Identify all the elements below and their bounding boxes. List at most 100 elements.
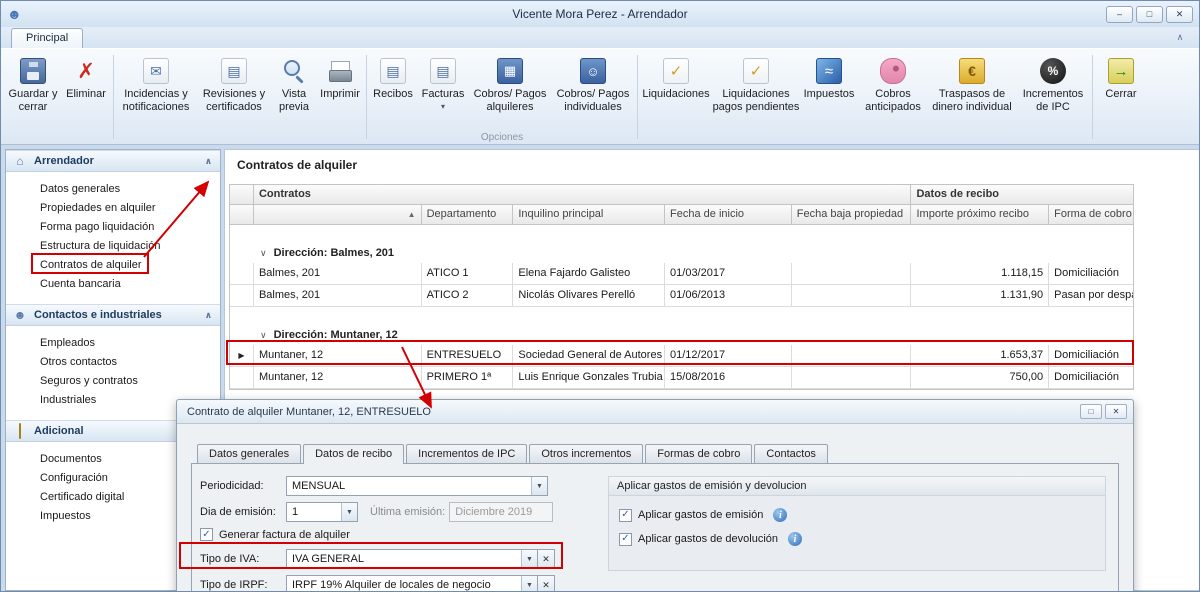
close-icon[interactable]: ✕ [1166, 6, 1193, 23]
chevron-up-icon[interactable]: ∧ [205, 156, 212, 167]
header-direccion[interactable]: ▲ [254, 205, 422, 225]
sidebar-section-contactos[interactable]: ☻ Contactos e industriales ∧ [6, 304, 220, 326]
table-cell: Balmes, 201 [254, 285, 422, 307]
cobros-pagos-alquileres-button[interactable]: ▦ Cobros/ Pagos alquileres [469, 52, 551, 132]
tipo-iva-select[interactable]: IVA GENERAL ▼ [286, 549, 538, 569]
sidebar-section-arrendador[interactable]: ⌂ Arrendador ∧ [6, 150, 220, 172]
table-row[interactable]: Balmes, 201 ATICO 1 Elena Fajardo Galist… [230, 263, 1133, 285]
chevron-down-icon[interactable]: ∨ [260, 330, 267, 341]
band-datos-recibo: Datos de recibo [911, 185, 1133, 205]
sidebar-item-cuenta-bancaria[interactable]: Cuenta bancaria [6, 275, 220, 294]
vista-previa-button[interactable]: Vista previa [272, 52, 316, 132]
table-row-selected[interactable]: ▶ Muntaner, 12 ENTRESUELO Sociedad Gener… [230, 345, 1133, 367]
sidebar-item-datos-generales[interactable]: Datos generales [6, 180, 220, 199]
facturas-button[interactable]: ▤ Facturas ▾ [417, 52, 469, 132]
ribbon-separator [366, 55, 367, 139]
incrementos-ipc-button[interactable]: % Incrementos de IPC [1016, 52, 1090, 132]
header-indicator [230, 205, 254, 225]
tipo-iva-label: Tipo de IVA: [200, 553, 286, 565]
minimize-icon[interactable]: ‒ [1106, 6, 1133, 23]
cobros-anticipados-button[interactable]: Cobros anticipados [858, 52, 928, 132]
table-cell: Domiciliación [1049, 345, 1133, 367]
gastos-devolucion-checkbox[interactable]: ✓ Aplicar gastos de devolución i [619, 532, 1095, 546]
cobros-pagos-individuales-button[interactable]: ☺ Cobros/ Pagos individuales [551, 52, 635, 132]
sidebar-item-otros-contactos[interactable]: Otros contactos [6, 353, 220, 372]
dia-emision-select[interactable]: 1 ▼ [286, 502, 358, 522]
dialog-maximize-icon[interactable]: □ [1080, 404, 1102, 419]
maximize-icon[interactable]: □ [1136, 6, 1163, 23]
sidebar-item-forma-pago[interactable]: Forma pago liquidación [6, 218, 220, 237]
info-icon[interactable]: i [788, 532, 802, 546]
header-inquilino[interactable]: Inquilino principal [513, 205, 665, 225]
tab-incrementos-ipc[interactable]: Incrementos de IPC [406, 444, 527, 463]
sidebar-item-propiedades[interactable]: Propiedades en alquiler [6, 199, 220, 218]
guardar-y-cerrar-button[interactable]: Guardar y cerrar [5, 52, 61, 132]
sidebar-item-empleados[interactable]: Empleados [6, 334, 220, 353]
cerrar-button[interactable]: → Cerrar [1095, 52, 1147, 132]
checkbox-checked-icon[interactable]: ✓ [619, 533, 632, 546]
people-icon: ☻ [12, 308, 28, 322]
table-row[interactable]: Muntaner, 12 PRIMERO 1ª Luis Enrique Gon… [230, 367, 1133, 389]
header-importe[interactable]: Importe próximo recibo [911, 205, 1049, 225]
chevron-down-icon[interactable]: ∨ [260, 248, 267, 259]
chevron-up-icon[interactable]: ∧ [205, 310, 212, 321]
section-title: Adicional [34, 425, 84, 437]
checkbox-checked-icon[interactable]: ✓ [619, 509, 632, 522]
tab-datos-de-recibo[interactable]: Datos de recibo [303, 444, 404, 464]
revisiones-button[interactable]: ▤ Revisiones y certificados [196, 52, 272, 132]
dialog-close-icon[interactable]: ✕ [1105, 404, 1127, 419]
building-icon: ⌂ [12, 154, 28, 168]
tab-contactos[interactable]: Contactos [754, 444, 828, 463]
tipo-irpf-select[interactable]: IRPF 19% Alquiler de locales de negocio … [286, 575, 538, 592]
header-fecha-inicio[interactable]: Fecha de inicio [665, 205, 792, 225]
periodicidad-select[interactable]: MENSUAL ▼ [286, 476, 548, 496]
table-cell: 01/12/2017 [665, 345, 792, 367]
ribbon-collapse-icon[interactable]: ∧ [1171, 30, 1189, 45]
button-label: Vista previa [272, 88, 316, 114]
checkbox-checked-icon[interactable]: ✓ [200, 528, 213, 541]
impuestos-button[interactable]: ≈ Impuestos [800, 52, 858, 132]
group-row-balmes[interactable]: ∨ Dirección: Balmes, 201 [230, 243, 1133, 263]
tab-otros-incrementos[interactable]: Otros incrementos [529, 444, 643, 463]
generar-factura-checkbox[interactable]: ✓ Generar factura de alquiler [200, 528, 592, 541]
recibos-button[interactable]: ▤ Recibos [369, 52, 417, 132]
checklist-icon: ✓ [663, 58, 689, 84]
clear-icon[interactable]: ✕ [538, 549, 555, 569]
chevron-down-icon[interactable]: ▼ [531, 477, 547, 495]
chevron-down-icon[interactable]: ▼ [521, 576, 537, 592]
chevron-down-icon[interactable]: ▼ [521, 550, 537, 568]
traspasos-button[interactable]: € Traspasos de dinero individual [928, 52, 1016, 132]
periodicidad-label: Periodicidad: [200, 480, 286, 492]
imprimir-button[interactable]: Imprimir [316, 52, 364, 132]
header-forma-cobro[interactable]: Forma de cobro [1049, 205, 1133, 225]
header-departamento[interactable]: Departamento [422, 205, 514, 225]
table-cell: 15/08/2016 [665, 367, 792, 389]
tab-datos-generales[interactable]: Datos generales [197, 444, 301, 463]
chevron-down-icon[interactable]: ▼ [341, 503, 357, 521]
checkbox-label: Aplicar gastos de devolución [638, 533, 778, 545]
table-row[interactable]: Balmes, 201 ATICO 2 Nicolás Olivares Per… [230, 285, 1133, 307]
liquidaciones-button[interactable]: ✓ Liquidaciones [640, 52, 712, 132]
info-icon[interactable]: i [773, 508, 787, 522]
magnifier-icon [281, 58, 307, 84]
receipt-icon: ▤ [380, 58, 406, 84]
sidebar-item-estructura[interactable]: Estructura de liquidación [6, 237, 220, 256]
gastos-emision-checkbox[interactable]: ✓ Aplicar gastos de emisión i [619, 508, 1095, 522]
group-row-muntaner[interactable]: ∨ Dirección: Muntaner, 12 [230, 325, 1133, 345]
header-fecha-baja[interactable]: Fecha baja propiedad [792, 205, 912, 225]
table-cell: 1.131,90 [911, 285, 1049, 307]
sidebar-item-seguros[interactable]: Seguros y contratos [6, 372, 220, 391]
tab-principal[interactable]: Principal [11, 28, 83, 48]
sidebar-item-contratos-alquiler[interactable]: Contratos de alquiler [6, 256, 220, 275]
eliminar-button[interactable]: ✗ Eliminar [61, 52, 111, 132]
dialog-titlebar[interactable]: Contrato de alquiler Muntaner, 12, ENTRE… [177, 400, 1133, 424]
table-cell [792, 263, 912, 285]
incidencias-button[interactable]: ✉ Incidencias y notificaciones [116, 52, 196, 132]
section-title: Contactos e industriales [34, 309, 162, 321]
tab-formas-de-cobro[interactable]: Formas de cobro [645, 444, 752, 463]
clear-icon[interactable]: ✕ [538, 575, 555, 592]
groupbox-title: Aplicar gastos de emisión y devolucion [609, 477, 1105, 496]
table-cell: Muntaner, 12 [254, 345, 422, 367]
liquidaciones-pendientes-button[interactable]: ✓ Liquidaciones pagos pendientes [712, 52, 800, 132]
selected-value: MENSUAL [287, 477, 531, 495]
